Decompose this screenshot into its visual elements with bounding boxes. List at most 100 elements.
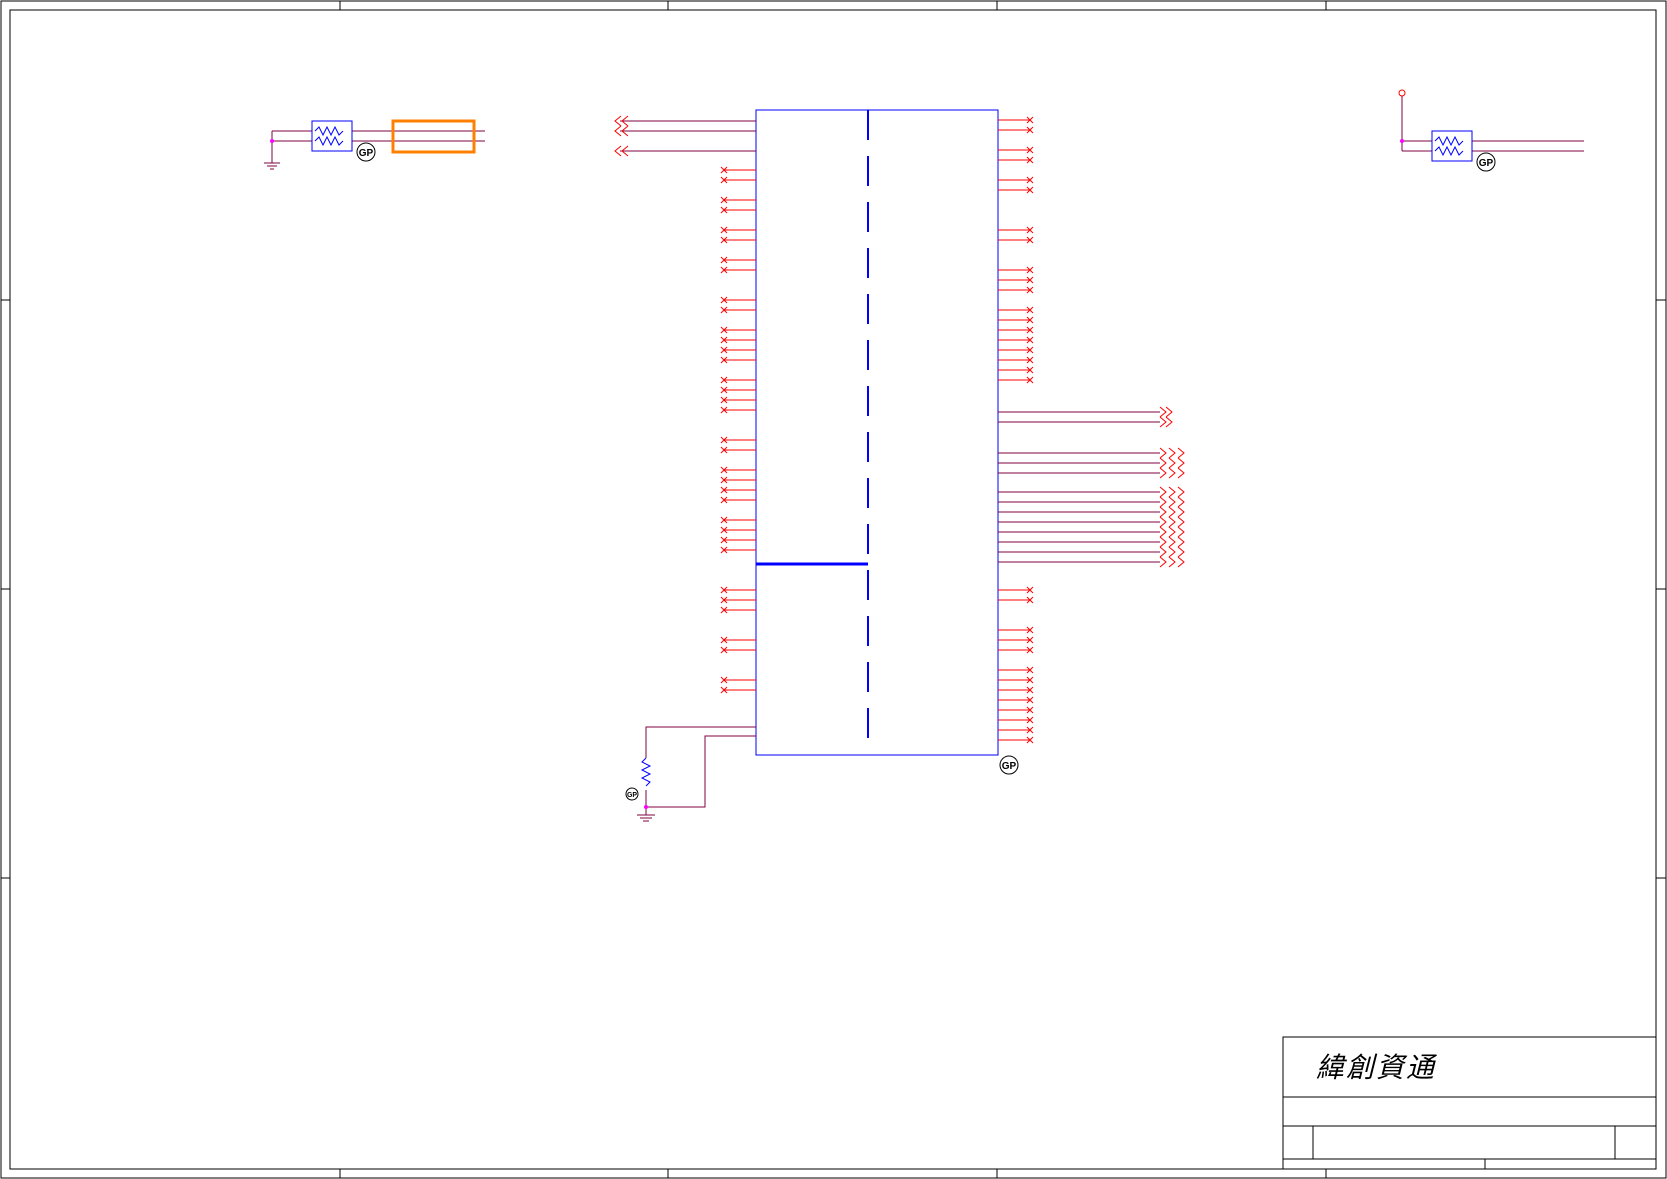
- nc-pin: [998, 326, 1034, 334]
- bus-output-net: [998, 496, 1185, 508]
- nc-pin: [720, 476, 756, 484]
- nc-pin: [720, 346, 756, 354]
- nc-pin: [998, 356, 1034, 364]
- bus-output-net: [998, 506, 1185, 518]
- thermistor-right: [1431, 130, 1473, 162]
- nc-pin: [998, 726, 1034, 734]
- nc-pin: [998, 666, 1034, 674]
- ground-symbol-left: [264, 162, 280, 170]
- nc-pin: [720, 646, 756, 654]
- thermistor-fuse-circuit: GP: [264, 119, 485, 170]
- svg-text:GP: GP: [359, 148, 374, 159]
- nc-pin: [998, 306, 1034, 314]
- bus-output-net: [998, 416, 1173, 428]
- nc-pin: [998, 146, 1034, 154]
- pulldown-resistor-circuit: GP: [625, 726, 756, 822]
- nc-pin: [720, 196, 756, 204]
- nc-pin: [998, 736, 1034, 744]
- nc-pin: [998, 366, 1034, 374]
- nc-pin: [720, 306, 756, 314]
- nc-pin: [720, 496, 756, 504]
- nc-pin: [720, 636, 756, 644]
- nc-pin: [720, 356, 756, 364]
- nc-pin: [998, 376, 1034, 384]
- nc-pin: [720, 296, 756, 304]
- fuse-block: [391, 119, 476, 154]
- nc-pin: [720, 686, 756, 694]
- nc-pin: [998, 696, 1034, 704]
- bus-output-net: [998, 536, 1185, 548]
- nc-pin: [998, 236, 1034, 244]
- bus-output-net: [998, 447, 1185, 459]
- nc-pin: [720, 336, 756, 344]
- bus-output-net: [998, 526, 1185, 538]
- nc-pin: [998, 706, 1034, 714]
- nc-pin: [720, 516, 756, 524]
- nc-pin: [720, 586, 756, 594]
- bus-output-net: [998, 406, 1173, 418]
- bus-output-net: [998, 546, 1185, 558]
- nc-pin: [720, 596, 756, 604]
- nc-pin: [998, 636, 1034, 644]
- nc-pin: [720, 236, 756, 244]
- input-nets: [614, 115, 756, 157]
- nc-pin: [720, 436, 756, 444]
- nc-pin: [720, 266, 756, 274]
- bus-output-net: [998, 457, 1185, 469]
- ic-right-bus-outputs: [998, 406, 1185, 568]
- nc-pin: [720, 226, 756, 234]
- nc-pin: [998, 686, 1034, 694]
- nc-pin: [720, 166, 756, 174]
- nc-pin: [998, 586, 1034, 594]
- schematic-sheet: GP GP GP GP: [0, 0, 1667, 1179]
- nc-pin: [998, 316, 1034, 324]
- nc-pin: [998, 676, 1034, 684]
- nc-pin: [720, 176, 756, 184]
- nc-pin: [998, 626, 1034, 634]
- nc-pin: [720, 386, 756, 394]
- ic-left-nc-pins: [720, 166, 756, 694]
- nc-pin: [998, 596, 1034, 604]
- nc-pin: [998, 286, 1034, 294]
- thermistor-right-circuit: GP: [1398, 89, 1584, 172]
- svg-text:GP: GP: [627, 792, 637, 799]
- nc-pin: [720, 526, 756, 534]
- nc-pin: [998, 126, 1034, 134]
- nc-pin: [998, 336, 1034, 344]
- nc-pin: [720, 256, 756, 264]
- nc-pin: [720, 546, 756, 554]
- nc-pin: [998, 266, 1034, 274]
- nc-pin: [998, 346, 1034, 354]
- nc-pin: [720, 396, 756, 404]
- nc-pin: [998, 116, 1034, 124]
- nc-pin: [720, 206, 756, 214]
- bus-output-net: [998, 556, 1185, 568]
- bus-output-net: [998, 467, 1185, 479]
- nc-pin: [998, 176, 1034, 184]
- bus-output-net: [998, 486, 1185, 498]
- nc-pin: [998, 276, 1034, 284]
- ground-symbol-bottom: [637, 814, 655, 822]
- nc-pin: [998, 156, 1034, 164]
- resistor-symbol: [640, 757, 652, 787]
- nc-pin: [720, 466, 756, 474]
- bus-output-net: [998, 516, 1185, 528]
- company-logo: 緯創資通: [1316, 1051, 1437, 1084]
- nc-pin: [998, 186, 1034, 194]
- nc-pin: [720, 606, 756, 614]
- nc-pin: [998, 716, 1034, 724]
- nc-pin: [998, 646, 1034, 654]
- svg-text:GP: GP: [1479, 158, 1494, 169]
- thermistor-left: [311, 120, 353, 152]
- nc-pin: [720, 406, 756, 414]
- nc-pin: [720, 486, 756, 494]
- svg-text:GP: GP: [1002, 761, 1017, 772]
- nc-pin: [720, 446, 756, 454]
- nc-pin: [720, 376, 756, 384]
- ic-right-nc-pins: [998, 116, 1034, 744]
- nc-pin: [720, 676, 756, 684]
- main-ic: GP: [755, 109, 1019, 775]
- nc-pin: [720, 326, 756, 334]
- sheet-border: [0, 0, 1667, 1179]
- nc-pin: [998, 226, 1034, 234]
